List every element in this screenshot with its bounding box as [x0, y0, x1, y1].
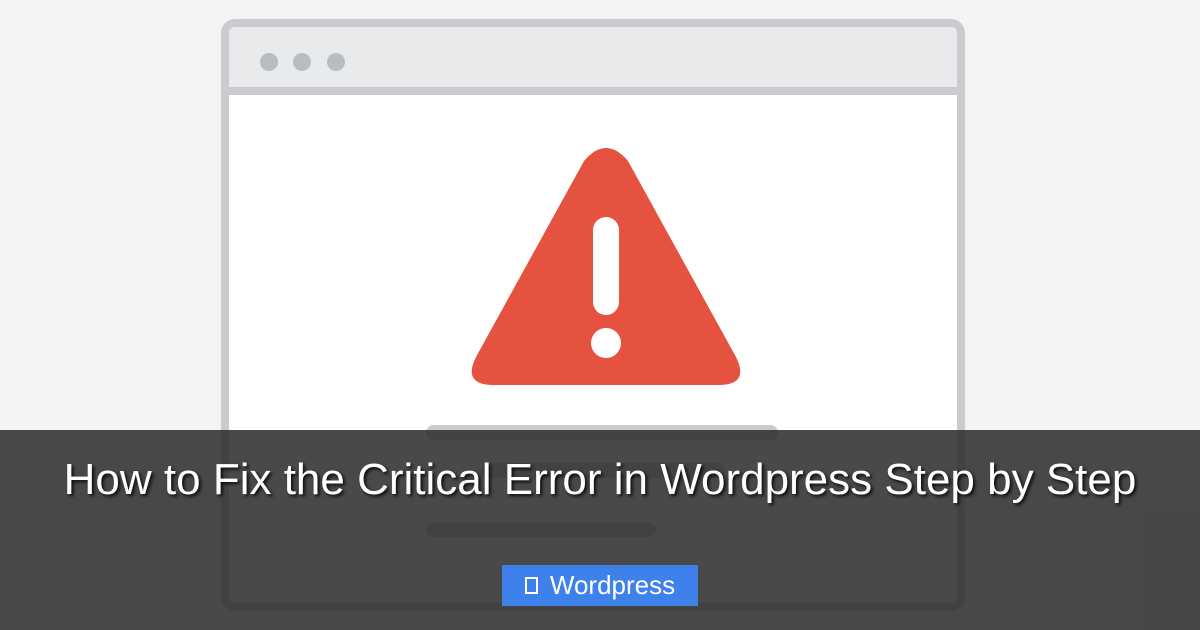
window-dot — [260, 53, 278, 71]
category-badge[interactable]: Wordpress — [502, 565, 698, 606]
window-dot — [327, 53, 345, 71]
warning-triangle-icon — [471, 148, 741, 385]
folder-icon — [524, 577, 538, 594]
category-label: Wordpress — [549, 570, 676, 600]
caption-overlay: How to Fix the Critical Error in Wordpre… — [0, 430, 1200, 630]
window-dot — [293, 53, 311, 71]
article-title: How to Fix the Critical Error in Wordpre… — [63, 455, 1137, 504]
browser-title-bar — [229, 27, 957, 95]
